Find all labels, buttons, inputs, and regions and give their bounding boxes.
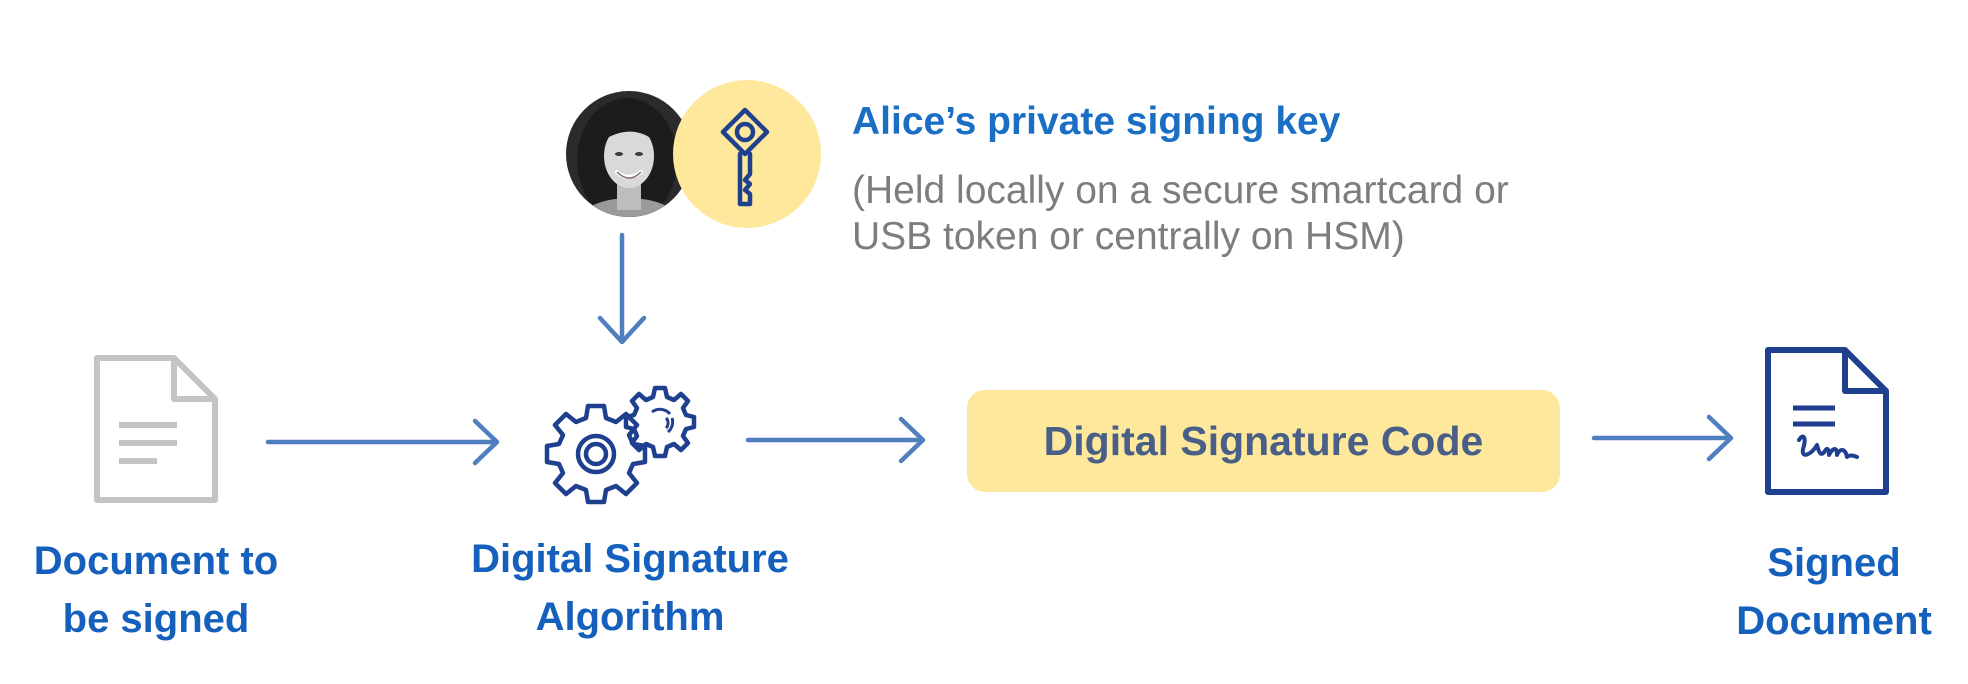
document-icon [92, 353, 220, 505]
algorithm-label-line2: Algorithm [535, 595, 725, 639]
gears-icon [540, 384, 700, 508]
algorithm-label: Digital Signature Algorithm [440, 530, 820, 646]
signed-document-label-line2: Document [1736, 599, 1932, 643]
arrow-key-to-algorithm [597, 232, 647, 345]
signature-code-label: Digital Signature Code [1043, 417, 1484, 464]
signature-code-box: Digital Signature Code [967, 390, 1560, 492]
arrow-code-to-signed [1591, 414, 1734, 462]
signed-document-label-line1: Signed [1767, 541, 1901, 585]
signed-document-icon [1763, 345, 1891, 497]
document-label-line1: Document to [33, 539, 279, 583]
arrow-algorithm-to-code [745, 416, 926, 464]
document-label: Document to be signed [0, 532, 312, 648]
arrow-document-to-algorithm [265, 418, 500, 466]
signed-document-label: Signed Document [1700, 534, 1968, 650]
document-label-line2: be signed [62, 597, 250, 641]
algorithm-label-line1: Digital Signature [471, 537, 789, 581]
